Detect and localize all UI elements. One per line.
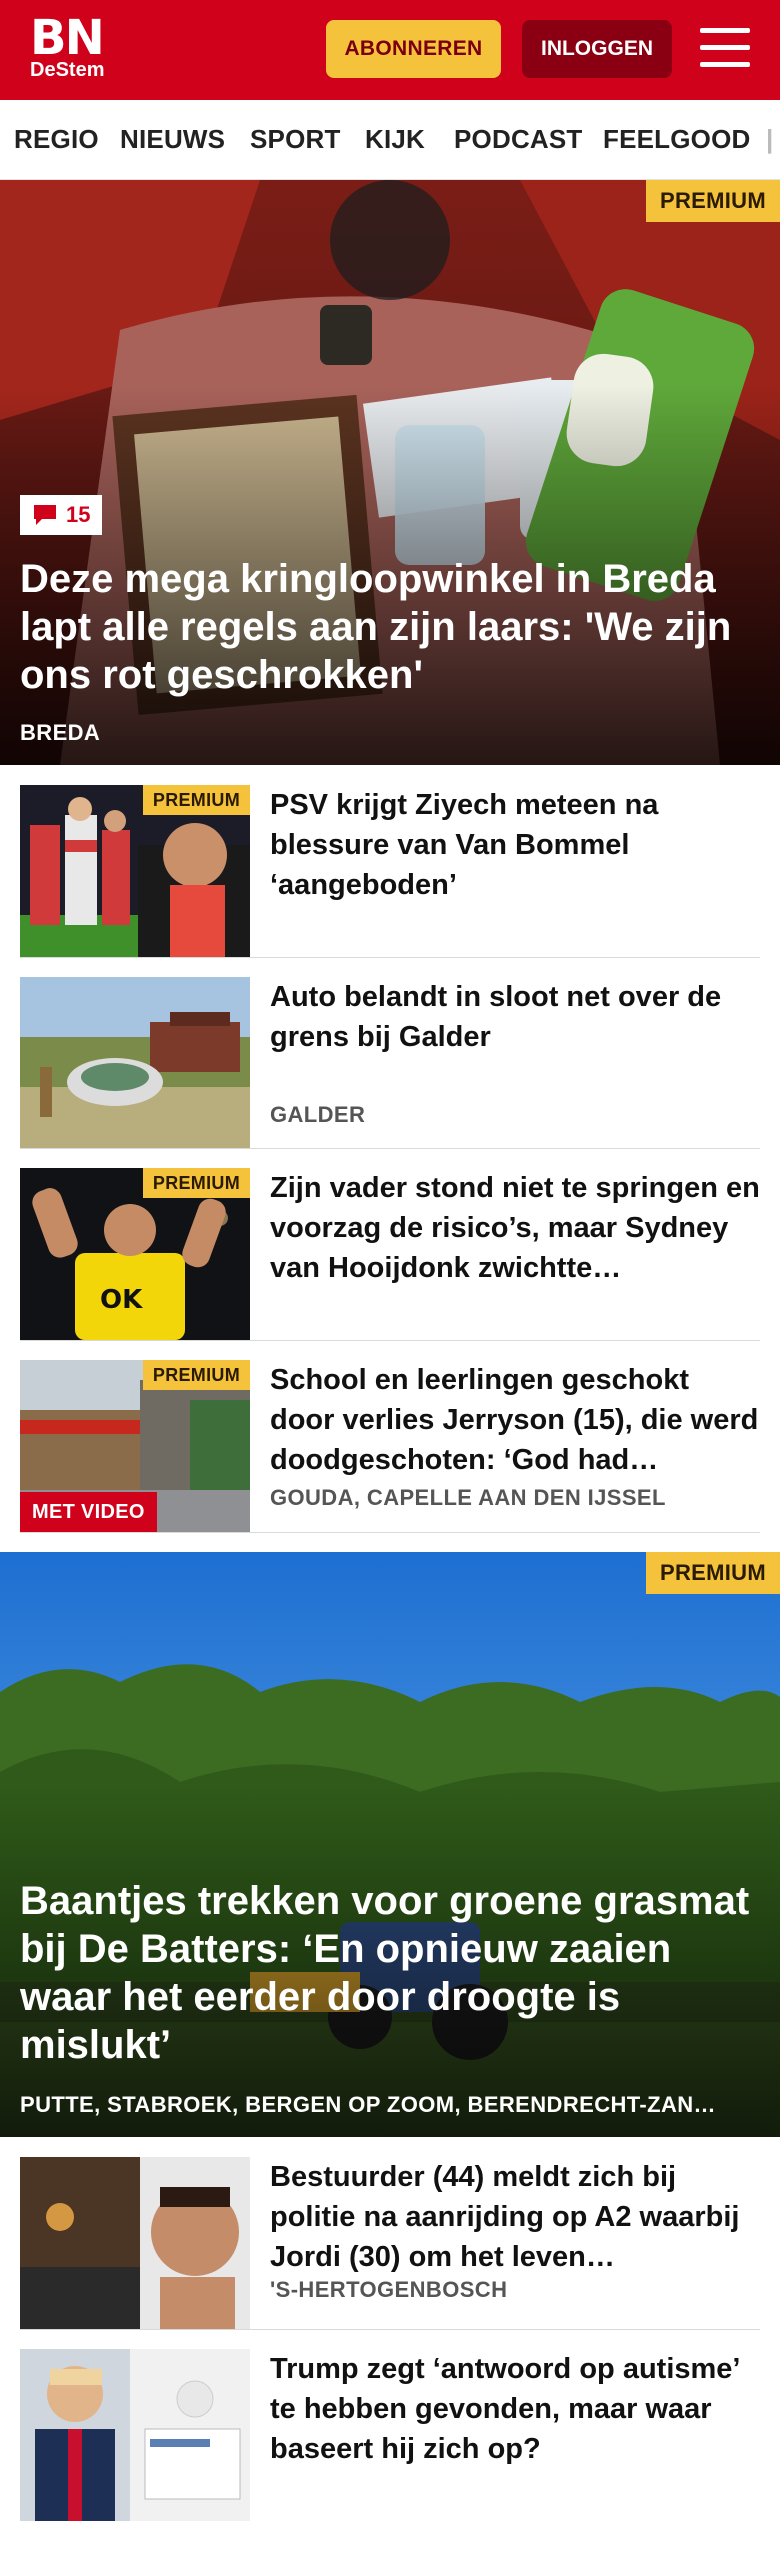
article-thumbnail xyxy=(20,977,250,1149)
site-logo[interactable]: BN DeStem xyxy=(30,10,105,81)
svg-text:OK: OK xyxy=(100,1285,143,1315)
list-item[interactable]: PREMIUM MET VIDEO School en leerlingen g… xyxy=(20,1340,760,1532)
subscribe-button[interactable]: ABONNEREN xyxy=(326,20,501,78)
hamburger-menu-icon[interactable] xyxy=(700,24,750,72)
logo-main: BN xyxy=(30,10,105,66)
article-thumbnail xyxy=(20,2349,250,2521)
article-thumbnail: OK PREMIUM xyxy=(20,1168,250,1340)
top-header: BN DeStem ABONNEREN INLOGGEN xyxy=(0,0,780,100)
nav-item-overflow: | xyxy=(766,124,774,154)
comment-count-value: 15 xyxy=(66,502,91,527)
hero-article-secondary[interactable]: PREMIUM Baantjes trekken voor groene gra… xyxy=(0,1552,780,2137)
list-item[interactable]: OK PREMIUM Zijn vader stond niet te spri… xyxy=(20,1148,760,1340)
hero-title[interactable]: Deze mega kringloopwinkel in Breda lapt … xyxy=(20,555,760,699)
premium-badge: PREMIUM xyxy=(646,1552,780,1594)
nav-item-podcast[interactable]: PODCAST xyxy=(454,124,583,155)
divider xyxy=(20,1532,760,1533)
nav-item-sport[interactable]: SPORT xyxy=(250,124,341,155)
nav-item-nieuws[interactable]: NIEUWS xyxy=(120,124,225,155)
article-thumbnail xyxy=(20,2157,250,2329)
article-title[interactable]: Auto belandt in sloot net over de grens … xyxy=(270,977,760,1057)
article-title[interactable]: Trump zegt ‘antwoord op autisme’ te hebb… xyxy=(270,2349,760,2469)
section-nav: REGIO NIEUWS SPORT KIJK PODCAST FEELGOOD… xyxy=(0,100,780,180)
hero-location: PUTTE, STABROEK, BERGEN OP ZOOM, BERENDR… xyxy=(20,2092,716,2117)
list-item[interactable]: Auto belandt in sloot net over de grens … xyxy=(20,957,760,1149)
nav-item-regio[interactable]: REGIO xyxy=(14,124,99,155)
article-title[interactable]: PSV krijgt Ziyech meteen na blessure van… xyxy=(270,785,760,905)
premium-badge: PREMIUM xyxy=(142,1360,250,1390)
article-location: GOUDA, CAPELLE AAN DEN IJSSEL xyxy=(270,1485,666,1510)
article-title[interactable]: Zijn vader stond niet te springen en voo… xyxy=(270,1168,760,1288)
list-item[interactable]: Trump zegt ‘antwoord op autisme’ te hebb… xyxy=(20,2329,760,2521)
comment-bubble-icon xyxy=(34,505,56,525)
premium-badge: PREMIUM xyxy=(142,1168,250,1198)
article-thumbnail: PREMIUM MET VIDEO xyxy=(20,1360,250,1532)
logo-sub: DeStem xyxy=(30,59,105,81)
hero-title[interactable]: Baantjes trekken voor groene grasmat bij… xyxy=(20,1877,760,2069)
premium-badge: PREMIUM xyxy=(142,785,250,815)
hero-article[interactable]: PREMIUM 15 Deze mega kringloopwinkel in … xyxy=(0,180,780,765)
article-location: GALDER xyxy=(270,1102,366,1127)
video-badge: MET VIDEO xyxy=(20,1492,157,1532)
hero-location: BREDA xyxy=(20,720,101,745)
nav-item-feelgood[interactable]: FEELGOOD xyxy=(603,124,751,155)
article-title[interactable]: Bestuurder (44) meldt zich bij politie n… xyxy=(270,2157,760,2277)
article-location: 'S-HERTOGENBOSCH xyxy=(270,2277,508,2302)
login-button[interactable]: INLOGGEN xyxy=(522,20,672,78)
nav-item-kijk[interactable]: KIJK xyxy=(365,124,425,155)
premium-badge: PREMIUM xyxy=(646,180,780,222)
list-item[interactable]: Bestuurder (44) meldt zich bij politie n… xyxy=(20,2137,760,2329)
list-item[interactable]: PREMIUM PSV krijgt Ziyech meteen na bles… xyxy=(20,765,760,957)
comment-count[interactable]: 15 xyxy=(20,495,103,535)
article-thumbnail: PREMIUM xyxy=(20,785,250,957)
article-title[interactable]: School en leerlingen geschokt door verli… xyxy=(270,1360,760,1480)
